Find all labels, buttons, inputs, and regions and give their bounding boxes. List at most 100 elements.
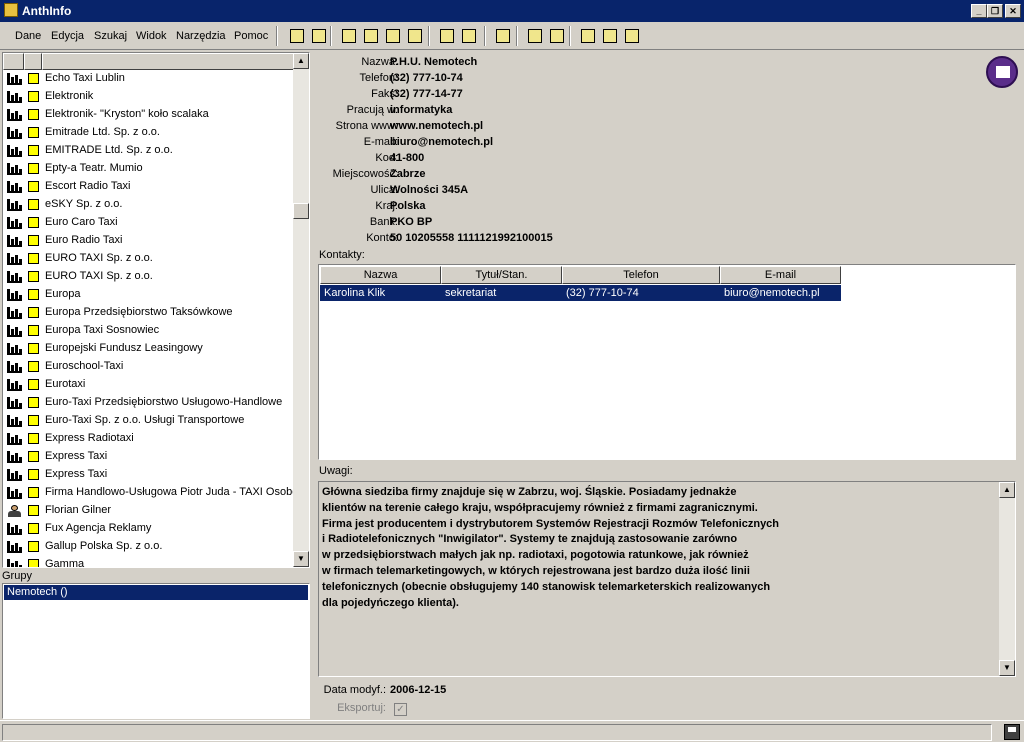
- menu-edycja[interactable]: Edycja: [51, 30, 84, 42]
- contacts-header-nazwa[interactable]: Nazwa: [320, 266, 441, 284]
- list-header-name[interactable]: [42, 53, 294, 70]
- status-flag[interactable]: [28, 541, 39, 552]
- status-flag[interactable]: [28, 523, 39, 534]
- list-item[interactable]: Euro Radio Taxi: [3, 232, 294, 250]
- list-item[interactable]: EMITRADE Ltd. Sp. z o.o.: [3, 142, 294, 160]
- status-flag[interactable]: [28, 487, 39, 498]
- status-flag[interactable]: [28, 163, 39, 174]
- list-item[interactable]: EURO TAXI Sp. z o.o.: [3, 268, 294, 286]
- status-flag[interactable]: [28, 433, 39, 444]
- menu-narzedzia[interactable]: Narzędzia: [176, 30, 226, 42]
- window-icon[interactable]: [547, 26, 567, 46]
- restore-button[interactable]: ❐: [987, 4, 1003, 18]
- list-item[interactable]: Euro Caro Taxi: [3, 214, 294, 232]
- group-item[interactable]: Nemotech (): [4, 585, 308, 600]
- status-flag[interactable]: [28, 343, 39, 354]
- close-button[interactable]: ✕: [1005, 4, 1021, 18]
- status-flag[interactable]: [28, 559, 39, 567]
- save-icon[interactable]: [1004, 724, 1020, 740]
- status-flag[interactable]: [28, 307, 39, 318]
- swap-icon[interactable]: [493, 26, 513, 46]
- list-item[interactable]: Euroschool-Taxi: [3, 358, 294, 376]
- new-record-icon[interactable]: [339, 26, 359, 46]
- status-flag[interactable]: [28, 235, 39, 246]
- status-flag[interactable]: [28, 109, 39, 120]
- edit-record-icon[interactable]: [361, 26, 381, 46]
- table-row[interactable]: Karolina Klik sekretariat (32) 777-10-74…: [320, 285, 841, 301]
- list-item[interactable]: Express Taxi: [3, 466, 294, 484]
- list-item[interactable]: Euro-Taxi Sp. z o.o. Usługi Transportowe: [3, 412, 294, 430]
- menu-szukaj[interactable]: Szukaj: [94, 30, 127, 42]
- print-icon[interactable]: [309, 26, 329, 46]
- contacts-header-telefon[interactable]: Telefon: [562, 266, 720, 284]
- contacts-table[interactable]: Nazwa Tytuł/Stan. Telefon E-mail Karolin…: [318, 264, 1016, 460]
- calculator-icon[interactable]: [622, 26, 642, 46]
- list-item[interactable]: Florian Gilner: [3, 502, 294, 520]
- list-item[interactable]: Express Taxi: [3, 448, 294, 466]
- status-flag[interactable]: [28, 127, 39, 138]
- scroll-thumb[interactable]: [293, 203, 309, 219]
- list-item[interactable]: Eurotaxi: [3, 376, 294, 394]
- company-list[interactable]: Echo Taxi Lublin Elektronik Elektronik- "K…: [2, 52, 310, 568]
- scroll-up-icon[interactable]: ▲: [293, 53, 309, 69]
- list-item[interactable]: Europejski Fundusz Leasingowy: [3, 340, 294, 358]
- status-flag[interactable]: [28, 397, 39, 408]
- list-item[interactable]: EURO TAXI Sp. z o.o.: [3, 250, 294, 268]
- status-flag[interactable]: [28, 379, 39, 390]
- status-flag[interactable]: [28, 91, 39, 102]
- list-item[interactable]: Euro-Taxi Przedsiębiorstwo Usługowo-Hand…: [3, 394, 294, 412]
- move-record-icon[interactable]: [383, 26, 403, 46]
- delete-record-icon[interactable]: [405, 26, 425, 46]
- list-item[interactable]: Gamma: [3, 556, 294, 567]
- list-item[interactable]: Europa: [3, 286, 294, 304]
- status-flag[interactable]: [28, 145, 39, 156]
- status-flag[interactable]: [28, 451, 39, 462]
- mail-icon[interactable]: [600, 26, 620, 46]
- menu-pomoc[interactable]: Pomoc: [234, 30, 268, 42]
- status-flag[interactable]: [28, 325, 39, 336]
- list-item[interactable]: Echo Taxi Lublin: [3, 70, 294, 88]
- list-item[interactable]: Europa Taxi Sosnowiec: [3, 322, 294, 340]
- list-item[interactable]: Gallup Polska Sp. z o.o.: [3, 538, 294, 556]
- status-flag[interactable]: [28, 469, 39, 480]
- groups-list[interactable]: Nemotech (): [2, 583, 310, 719]
- company-card-icon[interactable]: [986, 56, 1018, 88]
- status-flag[interactable]: [28, 199, 39, 210]
- status-flag[interactable]: [28, 253, 39, 264]
- list-scrollbar[interactable]: ▲ ▼: [293, 53, 309, 567]
- contacts-header-email[interactable]: E-mail: [720, 266, 841, 284]
- pin-icon[interactable]: [437, 26, 457, 46]
- minimize-button[interactable]: _: [971, 4, 987, 18]
- list-item[interactable]: eSKY Sp. z o.o.: [3, 196, 294, 214]
- list-item[interactable]: Firma Handlowo-Usługowa Piotr Juda - TAX…: [3, 484, 298, 502]
- list-header-status[interactable]: [24, 53, 42, 70]
- status-flag[interactable]: [28, 289, 39, 300]
- status-flag[interactable]: [28, 505, 39, 516]
- list-header-type[interactable]: [3, 53, 24, 70]
- menu-dane[interactable]: Dane: [15, 30, 41, 42]
- status-flag[interactable]: [28, 73, 39, 84]
- notes-textarea[interactable]: Główna siedziba firmy znajduje się w Zab…: [318, 481, 1016, 677]
- scroll-down-icon[interactable]: ▼: [999, 660, 1015, 676]
- status-flag[interactable]: [28, 217, 39, 228]
- copy-icon[interactable]: [287, 26, 307, 46]
- menu-widok[interactable]: Widok: [136, 30, 167, 42]
- export-checkbox[interactable]: ✓: [394, 703, 407, 716]
- check-icon[interactable]: [525, 26, 545, 46]
- list-item[interactable]: Fux Agencja Reklamy: [3, 520, 294, 538]
- contacts-header-tytul[interactable]: Tytuł/Stan.: [441, 266, 562, 284]
- scroll-up-icon[interactable]: ▲: [999, 482, 1015, 498]
- status-flag[interactable]: [28, 271, 39, 282]
- list-item[interactable]: Escort Radio Taxi: [3, 178, 294, 196]
- scroll-down-icon[interactable]: ▼: [293, 551, 309, 567]
- status-flag[interactable]: [28, 415, 39, 426]
- list-item[interactable]: Elektronik: [3, 88, 294, 106]
- pin-search-icon[interactable]: [459, 26, 479, 46]
- list-item[interactable]: Europa Przedsiębiorstwo Taksówkowe: [3, 304, 294, 322]
- status-flag[interactable]: [28, 361, 39, 372]
- list-item[interactable]: Elektronik- "Kryston" koło scalaka: [3, 106, 294, 124]
- list-item[interactable]: Express Radiotaxi: [3, 430, 294, 448]
- phone-icon[interactable]: [578, 26, 598, 46]
- list-item[interactable]: Epty-a Teatr. Mumio: [3, 160, 294, 178]
- status-flag[interactable]: [28, 181, 39, 192]
